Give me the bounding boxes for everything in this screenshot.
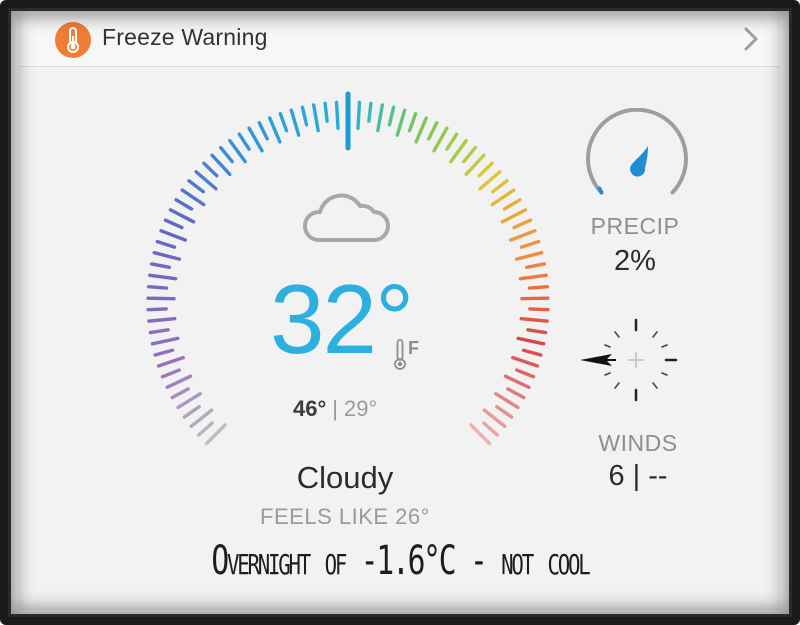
dial-tick [148, 328, 170, 335]
dial-tick [153, 348, 175, 357]
dial-tick [494, 392, 520, 410]
dial-tick [482, 408, 507, 428]
dial-tick [334, 100, 340, 130]
dial-tick [511, 355, 540, 368]
dial-tick [518, 273, 548, 281]
dial-tick [247, 126, 264, 153]
current-temperature: 32° [270, 264, 414, 374]
dial-tick [482, 421, 500, 437]
thermometer-icon [55, 22, 91, 58]
dial-tick [149, 262, 172, 270]
dial-tick [156, 355, 185, 368]
dial-tick [219, 146, 234, 164]
dial-tick [228, 138, 247, 164]
dial-tick [180, 188, 206, 207]
dial-tick [527, 284, 550, 290]
dial-tick [267, 116, 282, 144]
raindrop-icon[interactable] [585, 107, 689, 213]
dial-tick [526, 328, 548, 335]
dial-tick [311, 103, 320, 133]
dial-tick [477, 161, 494, 178]
dial-tick [500, 208, 528, 224]
temperature-unit[interactable]: F [408, 338, 419, 359]
dial-tick [414, 116, 429, 144]
dial-tick [168, 208, 196, 224]
dial-tick [146, 307, 168, 312]
dial-tick [515, 368, 536, 379]
dial-tick [146, 284, 169, 290]
dial-tick [189, 408, 214, 428]
dial-tick [148, 273, 178, 281]
dial-tick [237, 132, 251, 151]
thermometer-small-icon [393, 338, 407, 377]
dial-tick [495, 405, 514, 419]
dial-tick [147, 316, 177, 323]
cloud-icon [300, 188, 392, 251]
dial-tick [367, 101, 373, 123]
high-temp: 46° [293, 396, 327, 421]
dial-tick [152, 251, 182, 261]
dial-tick [462, 146, 477, 164]
alert-title[interactable]: Freeze Warning [102, 24, 268, 51]
dial-tick [182, 405, 201, 419]
dial-tick [174, 198, 194, 211]
dial-tick [196, 421, 214, 437]
dial-tick [159, 229, 188, 242]
dial-tick [376, 103, 385, 133]
dial-tick [506, 387, 526, 400]
dial-tick [528, 307, 550, 312]
dial-tick [300, 105, 309, 127]
low-temp: 29° [344, 396, 378, 421]
dial-tick [160, 368, 181, 379]
dial-tick [165, 374, 193, 389]
dial-tick [155, 239, 177, 249]
dial-tick [187, 179, 205, 194]
chevron-right-icon[interactable] [738, 24, 766, 54]
dial-tick [514, 251, 544, 261]
dial-tick [356, 100, 362, 130]
dial-tick [427, 121, 439, 141]
dial-tick [257, 121, 269, 141]
dial-tick [512, 218, 533, 230]
dial-tick [170, 387, 190, 400]
condition-text: Cloudy [296, 460, 394, 495]
feels-like-text: FEELS LIKE 26° [260, 504, 430, 529]
precip-label: PRECIP [590, 213, 680, 239]
dial-tick [491, 179, 509, 194]
high-low-temps: 46° | 29° [293, 396, 377, 422]
dial-tick [449, 138, 468, 164]
dial-tick [163, 218, 184, 230]
dial-tick [323, 101, 329, 123]
caption-text: Overnight of -1.6°C - not cool [211, 538, 590, 584]
winds-label: WINDS [598, 430, 678, 456]
dial-tick [524, 262, 547, 270]
dial-tick [508, 229, 537, 242]
dial-tick [395, 108, 407, 137]
precip-value: 2% [614, 245, 656, 277]
dial-tick [150, 336, 180, 346]
dial-tick [176, 392, 202, 410]
dial-tick [289, 108, 301, 137]
dial-tick [490, 188, 516, 207]
dial-tick [503, 374, 531, 389]
dial-tick [407, 112, 418, 133]
winds-value: 6 | -- [608, 460, 668, 492]
dial-tick [502, 198, 522, 211]
dial-tick [278, 112, 289, 133]
dial-tick [445, 132, 459, 151]
dial-tick [387, 105, 396, 127]
dial-tick [202, 161, 219, 178]
dial-tick [521, 348, 543, 357]
high-low-separator: | [332, 396, 338, 421]
dial-tick [432, 126, 449, 153]
dial-tick [519, 316, 549, 323]
dial-tick [519, 239, 541, 249]
dial-tick [516, 336, 546, 346]
compass-icon[interactable] [578, 318, 682, 407]
